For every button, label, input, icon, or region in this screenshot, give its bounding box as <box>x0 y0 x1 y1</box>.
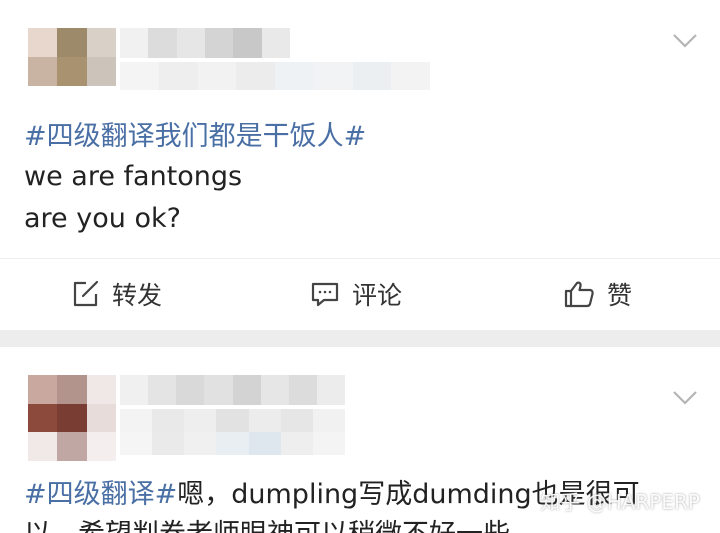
post-card[interactable]: #四级翻译我们都是干饭人# we are fantongs are you ok… <box>0 0 720 330</box>
post-meta <box>120 409 345 455</box>
chevron-down-icon[interactable] <box>672 390 698 406</box>
hashtag[interactable]: #四级翻译我们都是干饭人# <box>24 121 366 152</box>
feed: #四级翻译我们都是干饭人# we are fantongs are you ok… <box>0 0 720 533</box>
comment-label: 评论 <box>352 281 403 310</box>
post-line: are you ok? <box>24 203 181 234</box>
comment-button[interactable]: 评论 <box>310 259 402 329</box>
like-label: 赞 <box>607 281 633 310</box>
post-actions: 转发 评论 赞 <box>0 259 720 329</box>
post-line: we are fantongs <box>24 161 243 192</box>
post-hashtag[interactable]: #四级翻译我们都是干饭人# <box>24 117 366 157</box>
like-button[interactable]: 赞 <box>563 259 632 329</box>
username[interactable] <box>120 28 290 58</box>
chevron-down-icon[interactable] <box>672 33 698 49</box>
post-line: 以，希望判卷老师眼神可以稍微不好一些 <box>24 515 510 533</box>
thumbs-up-icon <box>564 281 594 308</box>
avatar[interactable] <box>28 28 116 86</box>
avatar[interactable] <box>28 375 116 461</box>
watermark: 知乎 @HARPERP <box>540 490 700 514</box>
post-card[interactable]: #四级翻译#嗯，dumpling写成dumding也是很可 以，希望判卷老师眼神… <box>0 347 720 533</box>
hashtag[interactable]: #四级翻译# <box>24 479 177 510</box>
repost-label: 转发 <box>112 281 163 310</box>
repost-icon <box>73 280 99 307</box>
feed-separator <box>0 330 720 347</box>
comment-icon <box>311 282 339 307</box>
repost-button[interactable]: 转发 <box>70 259 162 329</box>
post-meta <box>120 62 430 90</box>
username[interactable] <box>120 375 345 405</box>
